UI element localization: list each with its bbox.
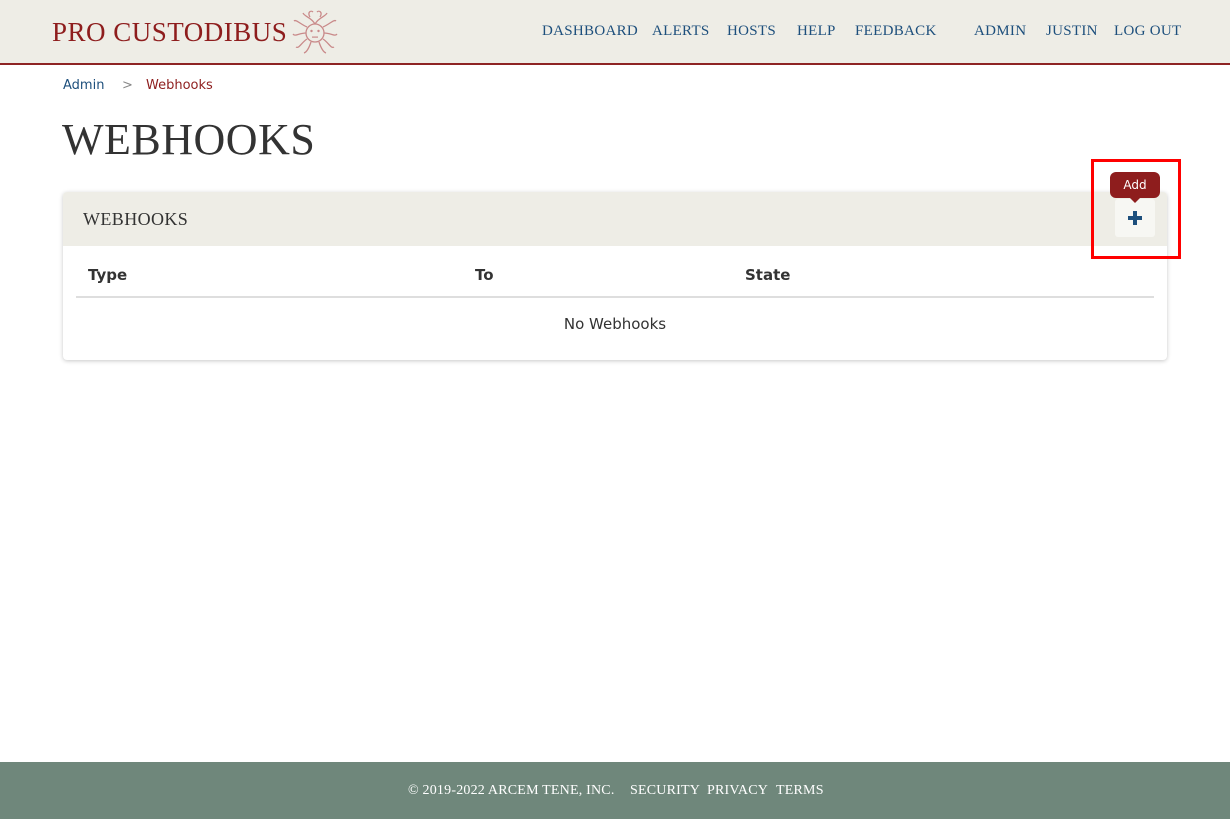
- footer-security-link[interactable]: SECURITY: [630, 783, 700, 799]
- footer-copyright: © 2019-2022 ARCEM TENE, INC.: [408, 783, 615, 798]
- card-title: WEBHOOKS: [83, 209, 189, 229]
- add-tooltip: Add: [1110, 172, 1160, 203]
- breadcrumb-current: Webhooks: [146, 78, 213, 93]
- nav-dashboard[interactable]: DASHBOARD: [542, 23, 638, 40]
- breadcrumb-admin-link[interactable]: Admin: [63, 78, 104, 93]
- breadcrumb-separator: >: [122, 78, 133, 93]
- footer-privacy-link[interactable]: PRIVACY: [707, 783, 768, 799]
- medusa-head-icon[interactable]: [291, 9, 339, 55]
- page-footer: © 2019-2022 ARCEM TENE, INC. SECURITY PR…: [0, 762, 1230, 819]
- page-title: WEBHOOKS: [62, 115, 316, 164]
- column-header-to: To: [475, 266, 494, 284]
- column-header-type: Type: [88, 266, 128, 284]
- nav-feedback[interactable]: FEEDBACK: [855, 23, 937, 40]
- nav-user-account[interactable]: JUSTIN: [1046, 23, 1098, 40]
- nav-log-out[interactable]: LOG OUT: [1114, 23, 1182, 40]
- brand-logo-text[interactable]: PRO CUSTODIBUS: [52, 17, 287, 48]
- nav-hosts[interactable]: HOSTS: [727, 23, 776, 40]
- webhooks-card: WEBHOOKS Type To State No Webhooks: [63, 192, 1167, 360]
- nav-help[interactable]: HELP: [797, 23, 836, 40]
- card-header: WEBHOOKS: [63, 192, 1167, 246]
- top-header: PRO CUSTODIBUS DASHBOARD ALERTS HOSTS HE…: [0, 0, 1230, 65]
- table-header-divider: [76, 296, 1154, 298]
- webhooks-page: PRO CUSTODIBUS DASHBOARD ALERTS HOSTS HE…: [0, 0, 1230, 819]
- column-header-state: State: [745, 266, 791, 284]
- add-webhook-button[interactable]: [1115, 199, 1155, 237]
- nav-alerts[interactable]: ALERTS: [652, 23, 710, 40]
- empty-table-message: No Webhooks: [563, 315, 667, 333]
- nav-admin[interactable]: ADMIN: [974, 23, 1026, 40]
- footer-terms-link[interactable]: TERMS: [776, 783, 824, 799]
